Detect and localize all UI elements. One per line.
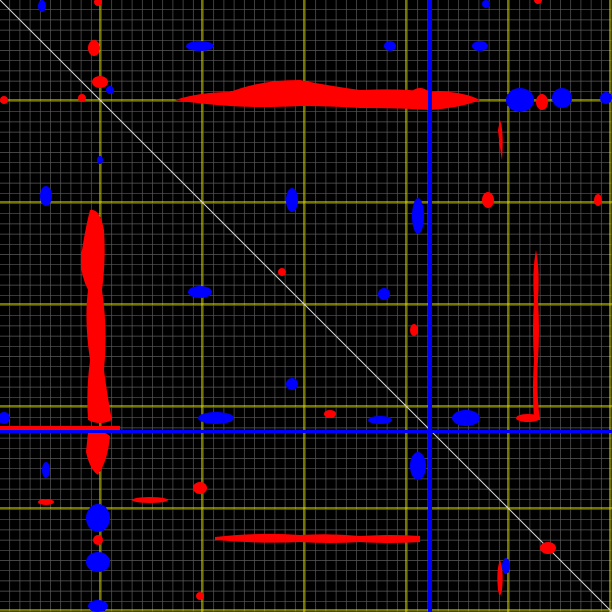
positive-peak-1: [88, 40, 100, 56]
negative-peak-25: [97, 156, 103, 164]
contour-plot[interactable]: [0, 0, 612, 612]
positive-peak-band-bottom: [215, 533, 420, 543]
positive-peak-9: [93, 535, 103, 545]
negative-peak-13: [286, 378, 298, 390]
positive-peak-2: [92, 76, 108, 88]
positive-peak-18: [132, 497, 168, 503]
negative-peak-streak-horizontal: [0, 430, 612, 433]
negative-peak-19: [42, 462, 50, 478]
positive-peak-3: [78, 94, 86, 102]
positive-peak-12: [516, 414, 540, 422]
negative-peak-24: [482, 0, 490, 8]
positive-peak-8: [193, 482, 207, 494]
negative-peak-11: [188, 286, 212, 298]
positive-peak-6: [482, 192, 494, 208]
positive-peak-15: [410, 324, 418, 336]
positive-peak-7: [594, 194, 602, 206]
positive-peak-17: [38, 499, 54, 505]
negative-peak-18: [410, 452, 426, 480]
negative-peak-3: [472, 41, 488, 51]
negative-peak-26: [502, 558, 510, 574]
positive-peak-11: [540, 542, 556, 554]
negative-peak-10: [412, 198, 424, 234]
positive-peak-16: [278, 268, 286, 276]
spectrum-viewport[interactable]: [0, 0, 612, 612]
negative-peak-12: [378, 288, 390, 300]
negative-peak-14: [198, 412, 234, 424]
negative-peak-20: [86, 504, 110, 532]
negative-peak-23: [38, 0, 46, 12]
negative-peak-9: [286, 188, 298, 212]
negative-peak-1: [186, 41, 214, 51]
negative-peak-4: [506, 88, 534, 112]
negative-peak-2: [384, 41, 396, 51]
negative-peak-5: [552, 88, 572, 108]
positive-peak-10: [196, 592, 204, 600]
positive-peak-13: [324, 410, 336, 418]
negative-peak-15: [452, 410, 480, 426]
negative-peak-16: [368, 416, 392, 424]
negative-peak-streak-vertical: [428, 0, 432, 612]
negative-peak-8: [40, 186, 52, 206]
positive-peak-4: [0, 96, 8, 104]
negative-peak-21: [86, 552, 110, 572]
positive-peak-14: [410, 88, 430, 104]
negative-peak-6: [600, 92, 612, 104]
negative-peak-7: [106, 86, 114, 94]
positive-peak-5: [536, 94, 548, 110]
negative-peak-22: [88, 600, 108, 612]
